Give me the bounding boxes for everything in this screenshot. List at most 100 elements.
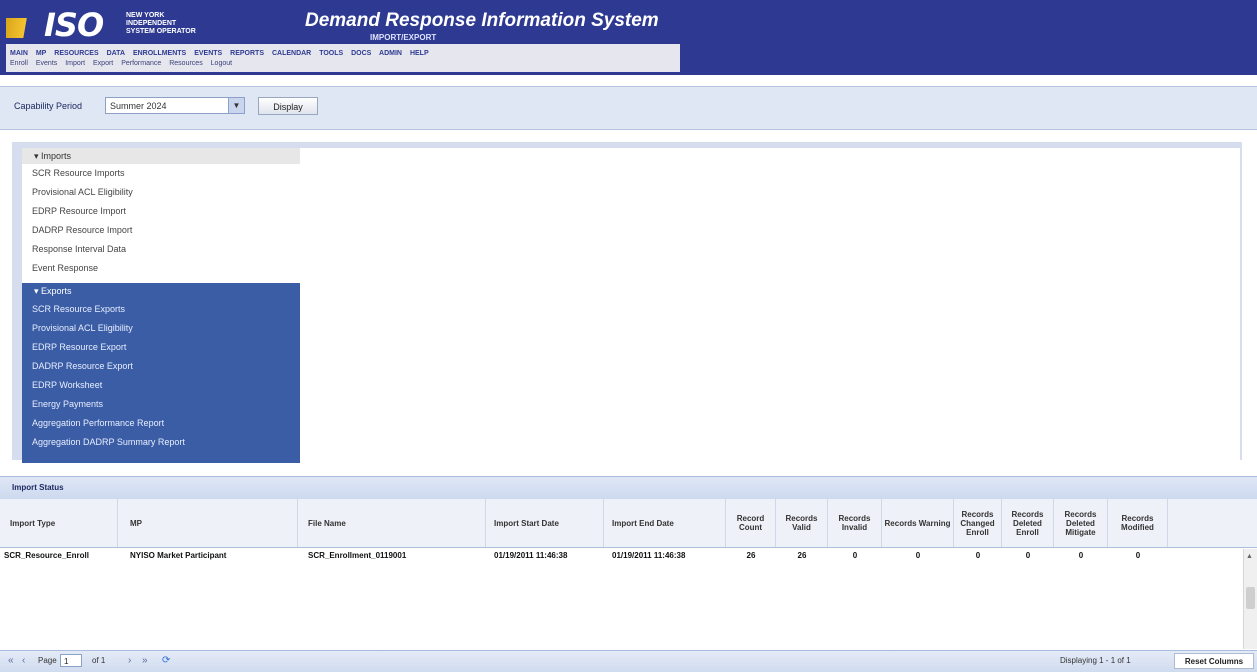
cell-records-mitigated: 0 xyxy=(1078,551,1084,560)
nav-item-dadrp-resource-import[interactable]: DADRP Resource Import xyxy=(22,221,300,240)
nav-item-scr-resource-imports[interactable]: SCR Resource Imports xyxy=(22,164,300,183)
menu-item-resources[interactable]: RESOURCES xyxy=(54,50,98,57)
capability-period-select[interactable]: Summer 2024 ▼ xyxy=(105,97,245,114)
logo-text: ISO xyxy=(44,6,104,44)
col-records-invalid[interactable]: Records Invalid xyxy=(828,499,882,547)
cell-records-invalid: 0 xyxy=(852,551,858,560)
col-import-type[interactable]: Import Type xyxy=(0,499,118,547)
col-import-end-date[interactable]: Import End Date xyxy=(604,499,726,547)
capability-period-value: Summer 2024 xyxy=(110,101,167,111)
imports-section: ▾ Imports SCR Resource Imports Provision… xyxy=(22,148,300,283)
col-records-modified[interactable]: Records Modified xyxy=(1108,499,1168,547)
cell-records-warning: 0 xyxy=(915,551,921,560)
menu-item-calendar[interactable]: CALENDAR xyxy=(272,50,311,57)
logo-subtext: NEW YORK INDEPENDENT SYSTEM OPERATOR xyxy=(126,12,196,35)
page-label: Page xyxy=(38,656,57,665)
nav-item-edrp-worksheet[interactable]: EDRP Worksheet xyxy=(22,376,300,395)
cell-records-changed: 0 xyxy=(975,551,981,560)
import-export-nav: ▾ Imports SCR Resource Imports Provision… xyxy=(22,148,300,463)
nav-item-scr-resource-exports[interactable]: SCR Resource Exports xyxy=(22,300,300,319)
cell-start-date: 01/19/2011 11:46:38 xyxy=(494,551,568,560)
submenu-events[interactable]: Events xyxy=(36,60,57,67)
imports-header[interactable]: ▾ Imports xyxy=(22,148,300,164)
logo-swoosh-icon xyxy=(6,18,40,38)
col-records-changed-enroll[interactable]: Records Changed Enroll xyxy=(954,499,1002,547)
menu-row-primary: MAIN MP RESOURCES DATA ENROLLMENTS EVENT… xyxy=(10,50,435,57)
filter-toolbar: Capability Period Summer 2024 ▼ Display xyxy=(0,86,1257,130)
last-page-icon[interactable]: » xyxy=(142,655,148,666)
cell-file-name: SCR_Enrollment_0119001 xyxy=(308,551,407,560)
table-row[interactable]: SCR_Resource_Enroll NYISO Market Partici… xyxy=(0,549,1236,567)
nav-item-provisional-acl-export[interactable]: Provisional ACL Eligibility xyxy=(22,319,300,338)
menu-item-data[interactable]: DATA xyxy=(107,50,125,57)
nav-item-aggregation-dadrp-summary[interactable]: Aggregation DADRP Summary Report xyxy=(22,433,300,452)
first-page-icon[interactable]: « xyxy=(8,655,14,666)
menu-item-docs[interactable]: DOCS xyxy=(351,50,371,57)
collapse-icon: ▾ xyxy=(34,286,42,296)
menu-row-secondary: Enroll Events Import Export Performance … xyxy=(10,60,238,67)
exports-header[interactable]: ▾ Exports xyxy=(22,283,300,300)
menu-item-tools[interactable]: TOOLS xyxy=(319,50,343,57)
menu-item-main[interactable]: MAIN xyxy=(10,50,28,57)
cell-records-valid: 26 xyxy=(797,551,807,560)
page-number-input[interactable]: 1 xyxy=(60,654,82,667)
scroll-up-icon[interactable]: ▲ xyxy=(1246,553,1253,560)
nav-item-edrp-resource-import[interactable]: EDRP Resource Import xyxy=(22,202,300,221)
content-pane xyxy=(300,148,1240,460)
nav-item-response-interval-data[interactable]: Response Interval Data xyxy=(22,240,300,259)
import-status-title: Import Status xyxy=(12,483,64,492)
menu-item-events[interactable]: EVENTS xyxy=(194,50,222,57)
menu-item-admin[interactable]: ADMIN xyxy=(379,50,402,57)
import-status-header: Import Status xyxy=(0,476,1257,499)
next-page-icon[interactable]: › xyxy=(128,655,131,666)
cell-mp: NYISO Market Participant xyxy=(130,551,227,560)
nyiso-logo: ISO NEW YORK INDEPENDENT SYSTEM OPERATOR xyxy=(6,8,238,42)
menu-item-mp[interactable]: MP xyxy=(36,50,47,57)
col-records-valid[interactable]: Records Valid xyxy=(776,499,828,547)
submenu-resources[interactable]: Resources xyxy=(169,60,202,67)
cell-records-deleted: 0 xyxy=(1025,551,1031,560)
col-record-count[interactable]: Record Count xyxy=(726,499,776,547)
menu-item-enrollments[interactable]: ENROLLMENTS xyxy=(133,50,186,57)
page-of-label: of 1 xyxy=(92,656,106,665)
cell-records-modified: 0 xyxy=(1135,551,1141,560)
col-records-deleted-enroll[interactable]: Records Deleted Enroll xyxy=(1002,499,1054,547)
reset-columns-button[interactable]: Reset Columns xyxy=(1174,653,1254,669)
cell-end-date: 01/19/2011 11:46:38 xyxy=(612,551,686,560)
cell-record-count: 26 xyxy=(746,551,756,560)
nav-item-provisional-acl-import[interactable]: Provisional ACL Eligibility xyxy=(22,183,300,202)
nav-item-aggregation-performance-report[interactable]: Aggregation Performance Report xyxy=(22,414,300,433)
submenu-enroll[interactable]: Enroll xyxy=(10,60,28,67)
collapse-icon: ▾ xyxy=(34,151,42,161)
submenu-import[interactable]: Import xyxy=(65,60,85,67)
grid-pager: « ‹ Page 1 of 1 › » ⟳ Displaying 1 - 1 o… xyxy=(0,650,1257,672)
submenu-export[interactable]: Export xyxy=(93,60,113,67)
display-button[interactable]: Display xyxy=(258,97,318,115)
import-status-grid-header: Import Type MP File Name Import Start Da… xyxy=(0,499,1257,548)
capability-period-label: Capability Period xyxy=(14,101,83,111)
col-records-deleted-mitigate[interactable]: Records Deleted Mitigate xyxy=(1054,499,1108,547)
col-file-name[interactable]: File Name xyxy=(298,499,486,547)
app-subtitle: IMPORT/EXPORT xyxy=(370,33,437,42)
menu-item-reports[interactable]: REPORTS xyxy=(230,50,264,57)
submenu-performance[interactable]: Performance xyxy=(121,60,161,67)
col-records-warning[interactable]: Records Warning xyxy=(882,499,954,547)
menu-item-help[interactable]: HELP xyxy=(410,50,429,57)
cell-import-type: SCR_Resource_Enroll xyxy=(4,551,89,560)
col-mp[interactable]: MP xyxy=(118,499,298,547)
app-title: Demand Response Information System xyxy=(305,10,659,31)
refresh-icon[interactable]: ⟳ xyxy=(162,655,170,666)
exports-section: ▾ Exports SCR Resource Exports Provision… xyxy=(22,283,300,463)
nav-item-edrp-resource-export[interactable]: EDRP Resource Export xyxy=(22,338,300,357)
grid-scrollbar[interactable]: ▲ xyxy=(1243,549,1257,649)
nav-item-dadrp-resource-export[interactable]: DADRP Resource Export xyxy=(22,357,300,376)
nav-item-event-response[interactable]: Event Response xyxy=(22,259,300,278)
chevron-down-icon[interactable]: ▼ xyxy=(228,98,244,113)
col-import-start-date[interactable]: Import Start Date xyxy=(486,499,604,547)
scroll-thumb[interactable] xyxy=(1246,587,1255,609)
display-info: Displaying 1 - 1 of 1 xyxy=(1060,656,1131,665)
submenu-logout[interactable]: Logout xyxy=(211,60,232,67)
app-header: ISO NEW YORK INDEPENDENT SYSTEM OPERATOR… xyxy=(0,0,1257,75)
prev-page-icon[interactable]: ‹ xyxy=(22,655,25,666)
nav-item-energy-payments[interactable]: Energy Payments xyxy=(22,395,300,414)
